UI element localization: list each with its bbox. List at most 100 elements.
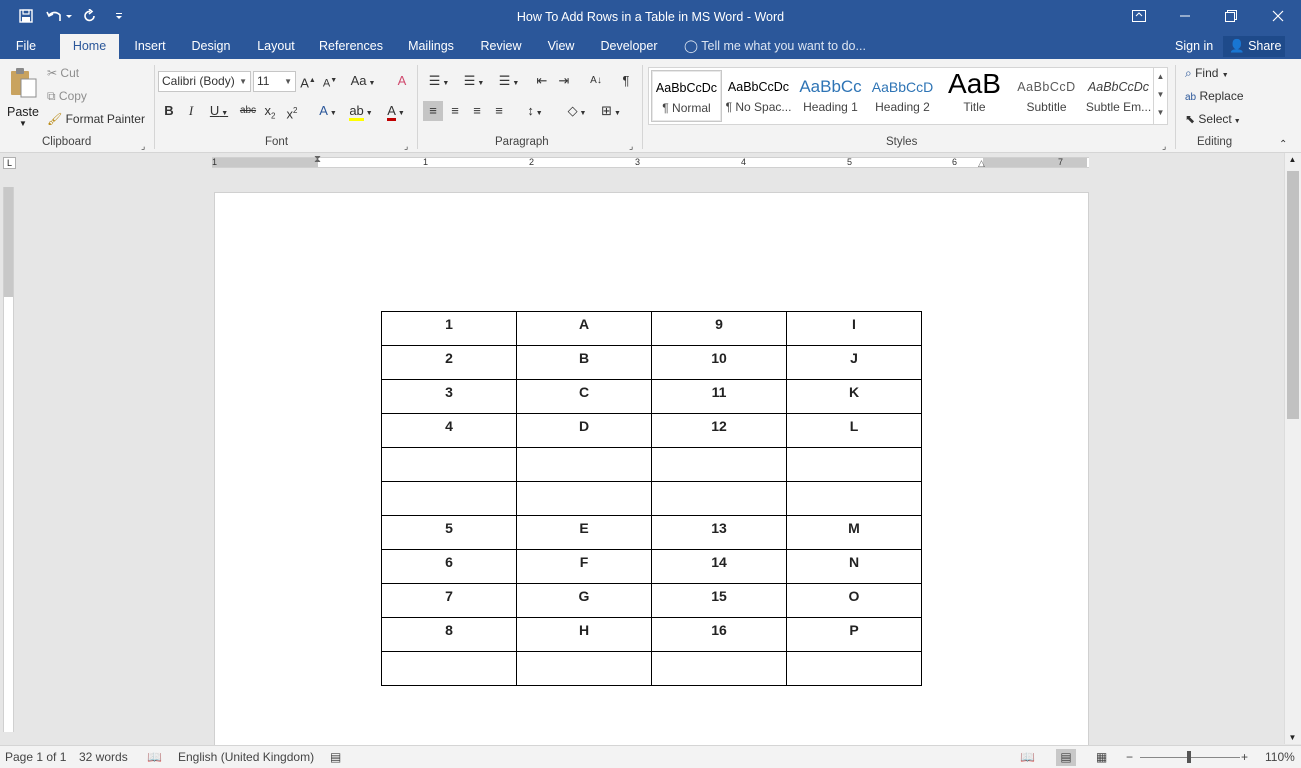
chevron-down-icon[interactable]: ▼ [1154, 86, 1167, 104]
right-indent-icon[interactable]: △ [978, 158, 985, 169]
table-cell[interactable]: L [786, 413, 922, 448]
highlight-icon[interactable]: ab ▼ [346, 101, 376, 121]
read-mode-icon[interactable]: 📖 [1020, 749, 1035, 766]
table-cell[interactable]: O [786, 583, 922, 618]
replace-button[interactable]: ab Replace [1185, 86, 1244, 106]
redo-icon[interactable] [79, 6, 101, 26]
zoom-slider-thumb[interactable] [1187, 751, 1191, 763]
table-cell[interactable]: 15 [651, 583, 787, 618]
change-case-icon[interactable]: Aa ▼ [348, 71, 378, 91]
sign-in-link[interactable]: Sign in [1175, 34, 1213, 59]
align-right-icon[interactable]: ≡ [467, 101, 487, 121]
zoom-in-icon[interactable]: + [1241, 749, 1248, 766]
customize-qat-icon[interactable] [108, 6, 130, 26]
web-layout-icon[interactable]: ▦ [1096, 749, 1107, 766]
style-no-spacing[interactable]: AaBbCcDc ¶ No Spac... [723, 70, 794, 122]
table-row[interactable]: 3 C 11 K [381, 379, 922, 414]
tab-developer[interactable]: Developer [596, 34, 662, 59]
italic-icon[interactable]: I [183, 101, 199, 121]
copy-button[interactable]: ⧉ Copy [47, 86, 87, 106]
table-cell[interactable] [651, 651, 787, 686]
subscript-icon[interactable]: x2 [262, 101, 278, 121]
font-size-box[interactable]: 11 ▼ [253, 71, 296, 92]
format-painter-button[interactable]: 🖌 Format Painter [47, 109, 145, 129]
table-cell[interactable]: 10 [651, 345, 787, 380]
underline-icon[interactable]: U ▼ [205, 101, 233, 121]
tab-view[interactable]: View [541, 34, 581, 59]
table-row[interactable] [381, 447, 922, 482]
cut-button[interactable]: ✂ Cut [47, 63, 79, 83]
table-cell[interactable] [786, 447, 922, 482]
table-cell[interactable]: 16 [651, 617, 787, 652]
table-cell[interactable]: 4 [381, 413, 517, 448]
table-cell[interactable]: 2 [381, 345, 517, 380]
tab-mailings[interactable]: Mailings [402, 34, 460, 59]
scroll-up-icon[interactable]: ▲ [1285, 155, 1300, 164]
show-formatting-marks-icon[interactable]: ¶ [617, 71, 635, 91]
align-left-icon[interactable]: ≡ [423, 101, 443, 121]
close-icon[interactable] [1255, 0, 1301, 32]
tab-insert[interactable]: Insert [128, 34, 172, 59]
line-spacing-icon[interactable]: ↕ ▼ [521, 101, 549, 121]
restore-icon[interactable] [1208, 0, 1254, 32]
paragraph-launcher-icon[interactable]: ⌟ [629, 136, 633, 156]
paste-button[interactable]: Paste ▼ [6, 65, 40, 131]
table-cell[interactable]: H [516, 617, 652, 652]
table-row[interactable]: 5 E 13 M [381, 515, 922, 550]
table-cell[interactable] [381, 447, 517, 482]
chevron-down-icon[interactable]: ▼ [239, 72, 247, 91]
table-cell[interactable]: 8 [381, 617, 517, 652]
text-effects-icon[interactable]: A ▼ [314, 101, 342, 121]
scroll-down-icon[interactable]: ▼ [1285, 733, 1300, 742]
macro-icon[interactable]: ▤ [330, 749, 341, 766]
collapse-ribbon-icon[interactable]: ⌃ [1279, 135, 1287, 155]
word-count[interactable]: 32 words [79, 749, 128, 766]
find-button[interactable]: ⌕ Find ▼ [1185, 63, 1229, 83]
bullets-icon[interactable]: ☰ ▼ [423, 71, 455, 91]
document-table[interactable]: 1 A 9 I 2 B 10 J 3 C 11 K 4 D 12 L 5 E 13 M 6 F 14 N 7 G 15 O 8 H 16 P [381, 311, 922, 686]
table-cell[interactable] [516, 481, 652, 516]
paste-dropdown-icon[interactable]: ▼ [6, 119, 40, 128]
styles-launcher-icon[interactable]: ⌟ [1162, 136, 1166, 156]
shading-icon[interactable]: ◇ ▼ [563, 101, 591, 121]
table-cell[interactable]: B [516, 345, 652, 380]
increase-indent-icon[interactable]: ⇥ [555, 71, 573, 91]
table-cell[interactable] [516, 651, 652, 686]
tell-me-box[interactable]: ◯ Tell me what you want to do... [684, 34, 866, 59]
scroll-thumb[interactable] [1287, 171, 1299, 419]
table-cell[interactable]: 12 [651, 413, 787, 448]
table-cell[interactable]: 13 [651, 515, 787, 550]
table-row[interactable]: 6 F 14 N [381, 549, 922, 584]
decrease-indent-icon[interactable]: ⇤ [533, 71, 551, 91]
table-cell[interactable] [381, 481, 517, 516]
chevron-down-icon[interactable]: ▼ [284, 72, 292, 91]
table-cell[interactable]: 11 [651, 379, 787, 414]
table-cell[interactable]: I [786, 311, 922, 346]
shrink-font-icon[interactable]: A▼ [321, 71, 339, 91]
zoom-level[interactable]: 110% [1265, 749, 1295, 766]
chevron-down-icon[interactable]: ▼ [1222, 72, 1229, 79]
table-cell[interactable]: J [786, 345, 922, 380]
tab-file[interactable]: File [8, 34, 44, 59]
chevron-down-icon[interactable]: ▼ [1232, 118, 1241, 125]
table-row[interactable]: 2 B 10 J [381, 345, 922, 380]
table-cell[interactable] [651, 481, 787, 516]
justify-icon[interactable]: ≡ [489, 101, 509, 121]
clear-formatting-icon[interactable]: A [393, 71, 411, 91]
share-button[interactable]: 👤 Share [1223, 36, 1285, 57]
proofing-icon[interactable]: 📖 [147, 749, 162, 766]
table-cell[interactable]: N [786, 549, 922, 584]
gallery-scroll[interactable]: ▲ ▼ ▼ [1153, 68, 1167, 124]
numbering-icon[interactable]: ☰ ▼ [458, 71, 490, 91]
table-cell[interactable]: E [516, 515, 652, 550]
style-normal[interactable]: AaBbCcDc ¶ Normal [651, 70, 722, 122]
table-cell[interactable] [651, 447, 787, 482]
align-center-icon[interactable]: ≡ [445, 101, 465, 121]
style-heading-1[interactable]: AaBbCc Heading 1 [795, 70, 866, 122]
more-styles-icon[interactable]: ▼ [1154, 104, 1167, 122]
table-cell[interactable]: F [516, 549, 652, 584]
chevron-up-icon[interactable]: ▲ [1154, 68, 1167, 86]
language[interactable]: English (United Kingdom) [178, 749, 314, 766]
table-row[interactable]: 4 D 12 L [381, 413, 922, 448]
table-cell[interactable]: 5 [381, 515, 517, 550]
